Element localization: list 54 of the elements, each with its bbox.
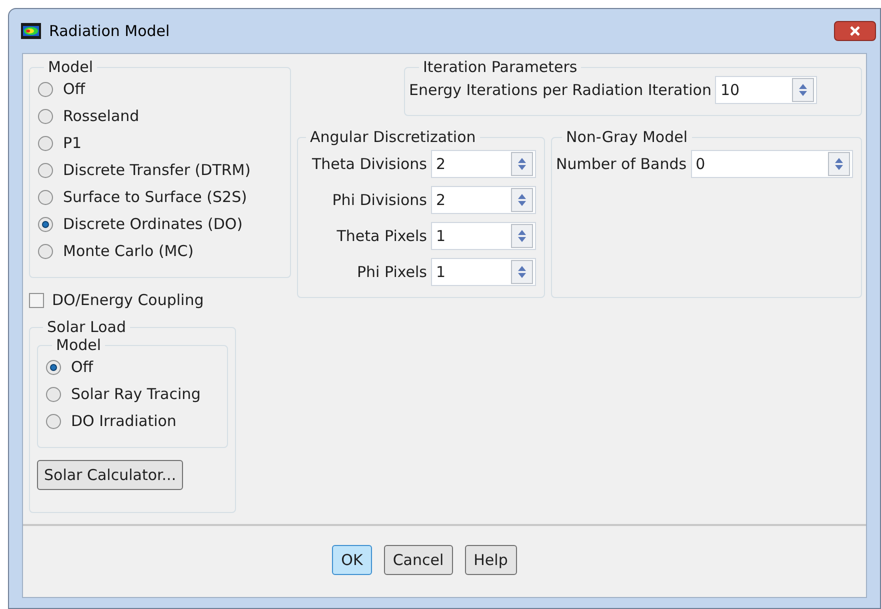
spinner-icon[interactable]: [828, 152, 850, 176]
radio-button[interactable]: [46, 360, 61, 375]
field-label: Number of Bands: [556, 154, 688, 175]
radio-button[interactable]: [38, 244, 53, 259]
field-label: Energy Iterations per Radiation Iteration: [409, 80, 712, 101]
field-label: Phi Divisions: [331, 190, 428, 211]
close-button[interactable]: [834, 21, 876, 41]
group-label: Iteration Parameters: [422, 58, 578, 76]
radio-button[interactable]: [38, 82, 53, 97]
number-field[interactable]: 0: [690, 150, 853, 178]
dialog-button[interactable]: OK: [332, 545, 372, 575]
option-label: Discrete Transfer (DTRM): [63, 160, 251, 182]
radio-button[interactable]: [38, 163, 53, 178]
option-label: Monte Carlo (MC): [63, 241, 194, 262]
number-field[interactable]: 2: [431, 186, 536, 214]
number-field[interactable]: 1: [431, 258, 536, 286]
radio-button[interactable]: [38, 136, 53, 151]
group-label: Solar Load: [46, 318, 127, 336]
dialog-button[interactable]: Help: [464, 545, 517, 575]
spinner-icon[interactable]: [511, 152, 533, 176]
checkbox-label: DO/Energy Coupling: [52, 290, 204, 311]
option-label: DO Irradiation: [71, 411, 176, 432]
option-label: Off: [71, 357, 94, 378]
number-field[interactable]: 10: [715, 76, 818, 104]
option-label: Discrete Ordinates (DO): [63, 214, 243, 236]
radio-button[interactable]: [46, 387, 61, 402]
field-label: Theta Pixels: [336, 226, 428, 247]
group-label: Non-Gray Model: [565, 128, 689, 146]
number-field[interactable]: 2: [431, 150, 536, 178]
option-label: P1: [63, 133, 82, 154]
option-label: Solar Ray Tracing: [71, 384, 201, 406]
radio-button[interactable]: [46, 414, 61, 429]
group-label: Model: [55, 336, 102, 354]
option-label: Off: [63, 79, 86, 100]
spinner-icon[interactable]: [511, 224, 533, 248]
checkbox[interactable]: [29, 292, 44, 308]
radio-button[interactable]: [38, 109, 53, 124]
field-label: Phi Pixels: [356, 262, 428, 283]
spinner-icon[interactable]: [792, 78, 814, 102]
number-field[interactable]: 1: [431, 222, 536, 250]
group-label: Model: [47, 58, 94, 76]
group-label: Angular Discretization: [309, 128, 477, 146]
option-label: Rosseland: [63, 106, 140, 128]
app-icon: [21, 23, 41, 39]
radio-button[interactable]: [38, 217, 53, 232]
spinner-icon[interactable]: [511, 188, 533, 212]
close-icon: [849, 26, 861, 36]
window-title: Radiation Model: [49, 20, 170, 42]
spinner-icon[interactable]: [511, 260, 533, 284]
field-label: Theta Divisions: [311, 154, 428, 175]
solar-calculator-button[interactable]: Solar Calculator...: [37, 460, 184, 490]
option-label: Surface to Surface (S2S): [63, 187, 247, 208]
dialog-button[interactable]: Cancel: [384, 545, 453, 575]
radio-button[interactable]: [38, 190, 53, 205]
